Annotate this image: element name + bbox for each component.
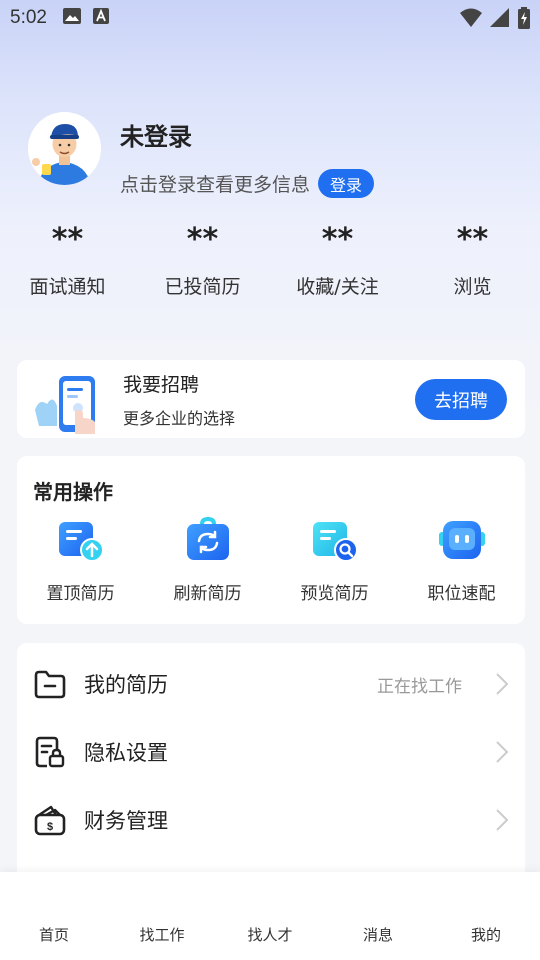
stat-value: ** [51,222,84,257]
menu-item-privacy-settings[interactable]: 隐私设置 [17,718,525,786]
op-job-match[interactable]: 职位速配 [398,516,525,604]
bottom-tab-bar: 首页 找工作 找人才 消息 我的 [0,872,540,960]
op-preview-resume[interactable]: 预览简历 [271,516,398,604]
op-label: 刷新简历 [173,584,242,604]
login-button[interactable]: 登录 [318,169,375,198]
op-label: 预览简历 [300,584,369,604]
tab-mine[interactable]: 我的 [432,872,540,960]
common-operations-card: 常用操作 置顶简历 刷新简历 预览简历 职位速配 [17,456,525,624]
profile-section[interactable]: 未登录 点击登录查看更多信息 登录 [28,112,375,198]
chevron-right-icon [496,673,509,695]
op-refresh-resume[interactable]: 刷新简历 [144,516,271,604]
wifi-icon [460,8,482,27]
menu-label: 财务管理 [84,809,168,833]
pin-resume-icon [56,516,106,566]
menu-item-finance[interactable]: $ 财务管理 [17,786,525,854]
chevron-right-icon [496,741,509,763]
privacy-lock-icon [35,736,65,768]
op-pin-resume[interactable]: 置顶简历 [17,516,144,604]
tab-home[interactable]: 首页 [0,872,108,960]
signal-icon [490,8,509,27]
operations-title: 常用操作 [33,480,113,504]
folder-icon [34,670,66,699]
stat-views[interactable]: ** 浏览 [405,220,540,299]
menu-label: 我的简历 [84,673,168,697]
image-icon [62,7,81,29]
tab-messages[interactable]: 消息 [324,872,432,960]
stat-favorites-follows[interactable]: ** 收藏/关注 [270,220,405,299]
font-a-icon [92,7,109,29]
stat-value: ** [321,222,354,257]
recruit-subtitle: 更多企业的选择 [123,408,236,428]
job-status-value: 正在找工作 [377,676,462,697]
stat-submitted-resumes[interactable]: ** 已投简历 [135,220,270,299]
recruit-banner[interactable]: 我要招聘 更多企业的选择 去招聘 [17,360,525,438]
refresh-resume-icon [183,516,233,566]
login-status-title[interactable]: 未登录 [120,117,374,152]
status-icons [460,7,530,29]
recruit-phone-icon [33,364,105,434]
menu-item-my-resume[interactable]: 我的简历 正在找工作 [17,650,525,718]
recruit-title: 我要招聘 [123,373,200,396]
stat-label: 面试通知 [29,276,106,298]
stat-interview-notice[interactable]: ** 面试通知 [0,220,135,299]
stat-label: 浏览 [453,276,492,298]
stat-value: ** [456,222,489,257]
login-hint[interactable]: 点击登录查看更多信息 [120,170,310,197]
op-label: 置顶简历 [46,584,115,604]
header-background [0,0,540,420]
stat-label: 收藏/关注 [296,276,379,298]
svg-text:$: $ [47,821,53,833]
tab-find-job[interactable]: 找工作 [108,872,216,960]
tab-find-talent[interactable]: 找人才 [216,872,324,960]
job-match-icon [437,516,487,566]
avatar[interactable] [28,112,101,185]
battery-charging-icon [518,7,530,29]
preview-resume-icon [310,516,360,566]
status-time: 5:02 [10,7,47,28]
status-bar: 5:02 [0,0,540,36]
menu-label: 隐私设置 [84,741,168,765]
wallet-icon: $ [34,805,66,836]
stats-row: ** 面试通知 ** 已投简历 ** 收藏/关注 ** 浏览 [0,220,540,299]
stat-value: ** [186,222,219,257]
chevron-right-icon [496,809,509,831]
stat-label: 已投简历 [164,276,241,298]
settings-menu-card: 我的简历 正在找工作 隐私设置 $ 财务管理 [17,643,525,883]
op-label: 职位速配 [427,584,496,604]
go-recruit-button[interactable]: 去招聘 [415,379,507,420]
